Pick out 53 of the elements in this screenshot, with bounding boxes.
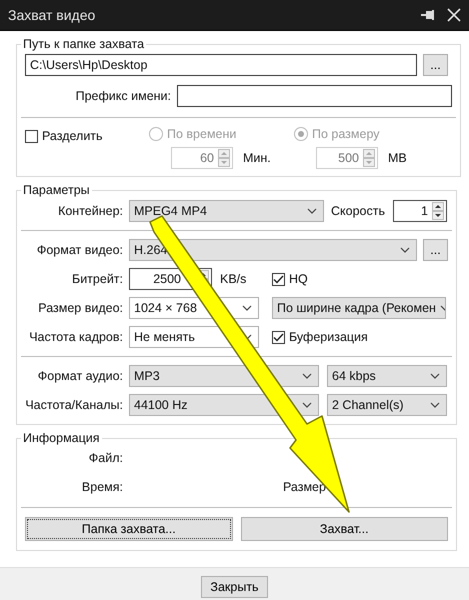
hq-label: HQ	[289, 272, 308, 286]
group-title: Параметры	[22, 183, 91, 197]
bitrate-label: Битрейт:	[71, 272, 124, 286]
container-label: Контейнер:	[57, 204, 124, 218]
container-dropdown[interactable]: MPEG4 MP4	[129, 200, 324, 222]
speed-spin-field[interactable]: 1	[392, 200, 447, 222]
video-size-label: Размер видео:	[37, 301, 124, 315]
close-button[interactable]: Закрыть	[201, 576, 268, 598]
unit-label: MB	[388, 151, 407, 165]
spin-field[interactable]: 60	[171, 147, 233, 169]
prefix-label: Префикс имени:	[74, 89, 172, 103]
audio-format-label: Формат аудио:	[36, 369, 124, 383]
pin-icon[interactable]	[421, 9, 437, 21]
split-label: Разделить	[42, 129, 103, 143]
radio-button[interactable]	[149, 127, 163, 141]
audio-bitrate-dropdown[interactable]: 64 kbps	[327, 365, 447, 387]
frame-rate-label: Частота кадров:	[28, 330, 124, 344]
speed-label: Скорость	[331, 204, 385, 218]
time-label: Время:	[80, 480, 124, 494]
browse-button[interactable]: ...	[423, 54, 448, 76]
size-label: Размер	[283, 480, 326, 494]
buffering-label: Буферизация	[289, 330, 368, 344]
close-icon[interactable]	[447, 8, 461, 22]
chevron-down-icon	[242, 305, 252, 311]
channels-dropdown[interactable]: 2 Channel(s)	[327, 394, 447, 416]
scaling-dropdown[interactable]: По ширине кадра (Рекомен	[272, 297, 446, 319]
spin-arrows-icon[interactable]	[432, 202, 444, 220]
unit-label: Мин.	[243, 151, 271, 165]
chevron-down-icon	[307, 208, 317, 214]
path-field[interactable]: C:\Users\Hp\Desktop	[25, 54, 417, 76]
spin-field[interactable]: 500	[316, 147, 378, 169]
hq-checkbox[interactable]	[272, 272, 285, 286]
unit-label: KB/s	[220, 272, 246, 286]
codec-settings-button[interactable]: ...	[423, 239, 448, 261]
chevron-down-icon	[302, 402, 312, 408]
file-label: Файл:	[88, 451, 124, 465]
radio-button[interactable]	[294, 127, 308, 141]
radio-label: По времени	[167, 127, 236, 141]
window-title: Захват видео	[8, 7, 96, 23]
group-title: Информация	[22, 431, 101, 445]
rate-channels-label: Частота/Каналы:	[25, 398, 124, 412]
buffering-checkbox[interactable]	[272, 330, 285, 344]
chevron-down-icon	[430, 402, 440, 408]
split-checkbox[interactable]	[25, 130, 38, 142]
chevron-down-icon	[302, 373, 312, 379]
chevron-down-icon	[430, 373, 440, 379]
group-title: Путь к папке захвата	[22, 37, 146, 51]
video-format-label: Формат видео:	[36, 243, 124, 257]
capture-folder-button[interactable]: Папка захвата...	[25, 517, 232, 541]
capture-button[interactable]: Захват...	[240, 517, 448, 541]
prefix-field[interactable]	[177, 85, 452, 107]
radio-label: По размеру	[312, 127, 380, 141]
chevron-down-icon	[400, 247, 410, 253]
